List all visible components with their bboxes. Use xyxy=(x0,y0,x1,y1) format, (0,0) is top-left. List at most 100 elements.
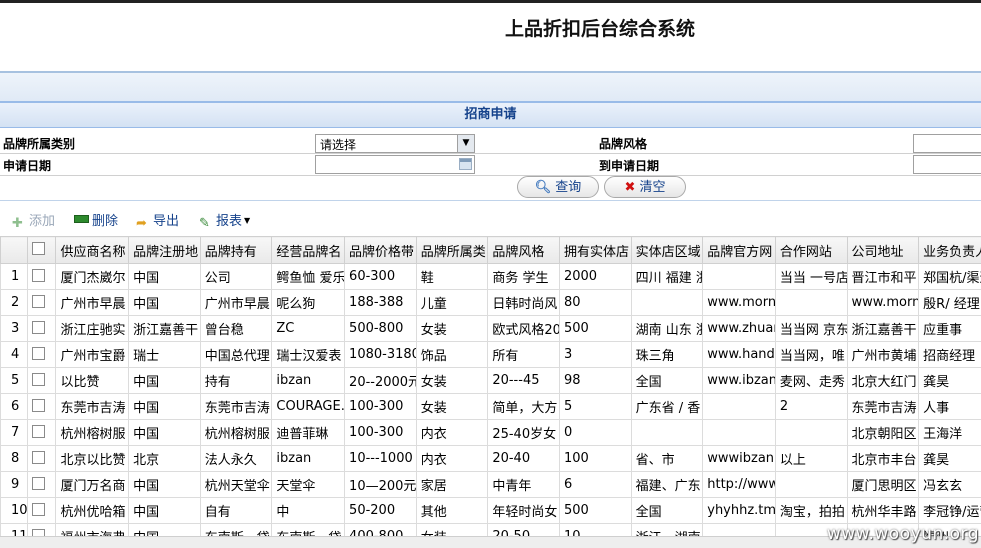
column-header[interactable]: 品牌所属类 xyxy=(416,237,488,264)
table-row[interactable]: 8北京以比赞北京法人永久ibzan10---1000内衣20-40100省、市w… xyxy=(1,446,981,472)
table-cell: 20-40 xyxy=(488,446,560,472)
table-cell: 福州市海弗 xyxy=(56,524,129,537)
column-header[interactable]: 经营品牌名 xyxy=(272,237,345,264)
table-cell: www.zhuar xyxy=(703,316,776,342)
column-header[interactable]: 公司地址 xyxy=(847,237,919,264)
table-cell: 以上 xyxy=(775,446,847,472)
table-cell: 杭州天堂伞 xyxy=(200,472,272,498)
table-cell: 中国 xyxy=(129,394,201,420)
column-header[interactable]: 品牌价格带 xyxy=(345,237,417,264)
table-cell: 杭州华丰路 xyxy=(847,498,919,524)
table-cell: 淘宝，拍拍 xyxy=(775,498,847,524)
column-header[interactable]: 品牌注册地 xyxy=(129,237,201,264)
table-cell: 中国 xyxy=(129,264,201,290)
calendar-icon[interactable] xyxy=(459,158,472,170)
row-checkbox-cell[interactable] xyxy=(28,524,56,537)
table-row[interactable]: 7杭州榕树服中国杭州榕树服迪普菲琳100-300内衣25-40岁女0北京朝阳区王… xyxy=(1,420,981,446)
table-cell: 儿童 xyxy=(416,290,488,316)
row-checkbox-cell[interactable] xyxy=(28,420,56,446)
column-header[interactable]: 拥有实体店 xyxy=(559,237,631,264)
table-cell: 北京朝阳区 xyxy=(847,420,919,446)
column-header[interactable]: 品牌持有 xyxy=(200,237,272,264)
table-row[interactable]: 5以比赞中国持有ibzan20--2000元女装20---4598全国www.i… xyxy=(1,368,981,394)
report-menu-button[interactable]: ✎报表▼ xyxy=(199,210,250,230)
table-cell: 人事 xyxy=(919,394,981,420)
table-row[interactable]: 1厦门杰崴尔中国公司鳄鱼恤 爱乐60-300鞋商务 学生2000四川 福建 浙当… xyxy=(1,264,981,290)
row-checkbox-cell[interactable] xyxy=(28,316,56,342)
row-checkbox[interactable] xyxy=(32,269,45,282)
table-cell: 厦门杰崴尔 xyxy=(56,264,129,290)
row-number: 7 xyxy=(1,420,28,446)
table-row[interactable]: 9厦门万名商中国杭州天堂伞天堂伞10—200元家居中青年6福建、广东http:/… xyxy=(1,472,981,498)
window-top-border xyxy=(0,0,981,3)
table-row[interactable]: 2广州市早晨中国广州市早晨呢么狗188-388儿童日韩时尚风80www.morn… xyxy=(1,290,981,316)
table-cell: 中国 xyxy=(129,524,201,537)
table-cell: COURAGE. xyxy=(272,394,345,420)
brand-style-label: 品牌风格 xyxy=(599,135,647,152)
row-checkbox[interactable] xyxy=(32,451,45,464)
table-row[interactable]: 4广州市宝爵瑞士中国总代理瑞士汉爱表1080-3180饰品所有3珠三角www.h… xyxy=(1,342,981,368)
table-row[interactable]: 6东莞市吉涛中国东莞市吉涛COURAGE.100-300女装简单，大方5广东省 … xyxy=(1,394,981,420)
select-all-checkbox[interactable] xyxy=(32,242,45,255)
search-button[interactable]: 🔍︎查询 xyxy=(517,176,599,198)
export-button[interactable]: ➦导出 xyxy=(136,210,179,230)
row-checkbox-cell[interactable] xyxy=(28,368,56,394)
row-checkbox[interactable] xyxy=(32,295,45,308)
chevron-down-icon[interactable]: ▼ xyxy=(457,135,474,152)
table-cell: 内衣 xyxy=(416,446,488,472)
row-checkbox[interactable] xyxy=(32,477,45,490)
column-header[interactable]: 供应商名称 xyxy=(56,237,129,264)
add-button[interactable]: ✚添加 xyxy=(12,210,55,230)
row-checkbox-cell[interactable] xyxy=(28,290,56,316)
row-checkbox[interactable] xyxy=(32,425,45,438)
minus-icon xyxy=(74,215,89,223)
table-cell xyxy=(703,264,776,290)
export-label: 导出 xyxy=(153,214,179,229)
row-checkbox-cell[interactable] xyxy=(28,342,56,368)
row-checkbox-cell[interactable] xyxy=(28,264,56,290)
row-checkbox[interactable] xyxy=(32,503,45,516)
row-checkbox[interactable] xyxy=(32,399,45,412)
table-cell: 呢么狗 xyxy=(272,290,345,316)
row-checkbox[interactable] xyxy=(32,529,45,537)
column-header[interactable]: 业务负责人 xyxy=(919,237,981,264)
column-header[interactable]: 品牌官方网 xyxy=(703,237,776,264)
table-cell: 广东省 / 香 xyxy=(631,394,703,420)
row-checkbox[interactable] xyxy=(32,373,45,386)
column-header[interactable]: 品牌风格 xyxy=(488,237,560,264)
row-checkbox[interactable] xyxy=(32,347,45,360)
column-header[interactable]: 合作网站 xyxy=(775,237,847,264)
table-cell: 浙江嘉善干 xyxy=(129,316,201,342)
column-header[interactable]: 实体店区域 xyxy=(631,237,703,264)
table-cell: 以比赞 xyxy=(56,368,129,394)
table-cell: 全国 xyxy=(631,368,703,394)
row-checkbox[interactable] xyxy=(32,321,45,334)
table-cell: 日韩时尚风 xyxy=(488,290,560,316)
table-cell: 东莞市吉涛 xyxy=(847,394,919,420)
table-cell: 天堂伞 xyxy=(272,472,345,498)
filter-row-1: 品牌所属类别 请选择 ▼ 品牌风格 xyxy=(0,132,981,154)
table-cell: 厦门万名商 xyxy=(56,472,129,498)
brand-style-input[interactable] xyxy=(913,134,981,153)
table-row[interactable]: 3浙江庄驰实浙江嘉善干曾台稳ZC500-800女装欧式风格20500湖南 山东 … xyxy=(1,316,981,342)
brand-category-select[interactable]: 请选择 ▼ xyxy=(315,134,475,153)
row-checkbox-cell[interactable] xyxy=(28,498,56,524)
apply-date-input[interactable] xyxy=(315,155,475,174)
row-checkbox-cell[interactable] xyxy=(28,446,56,472)
row-checkbox-cell[interactable] xyxy=(28,472,56,498)
to-apply-date-input[interactable] xyxy=(913,155,981,174)
table-cell xyxy=(631,420,703,446)
table-cell: ibzan xyxy=(272,368,345,394)
table-cell: 四川 福建 浙 xyxy=(631,264,703,290)
row-checkbox-cell[interactable] xyxy=(28,394,56,420)
delete-button[interactable]: 删除 xyxy=(74,210,118,229)
table-cell: 瑞士汉爱表 xyxy=(272,342,345,368)
table-cell: 中国 xyxy=(129,420,201,446)
table-row[interactable]: 10杭州优哈箱中国自有中50-200其他年轻时尚女500全国yhyhhz.tma… xyxy=(1,498,981,524)
data-table: 供应商名称品牌注册地品牌持有经营品牌名品牌价格带品牌所属类品牌风格拥有实体店实体… xyxy=(0,236,981,536)
clear-button[interactable]: ✖清空 xyxy=(604,176,686,198)
table-cell: 龚昊 xyxy=(919,368,981,394)
table-cell: 中国 xyxy=(129,498,201,524)
select-all-checkbox-cell[interactable] xyxy=(28,237,56,264)
table-cell: 60-300 xyxy=(345,264,417,290)
